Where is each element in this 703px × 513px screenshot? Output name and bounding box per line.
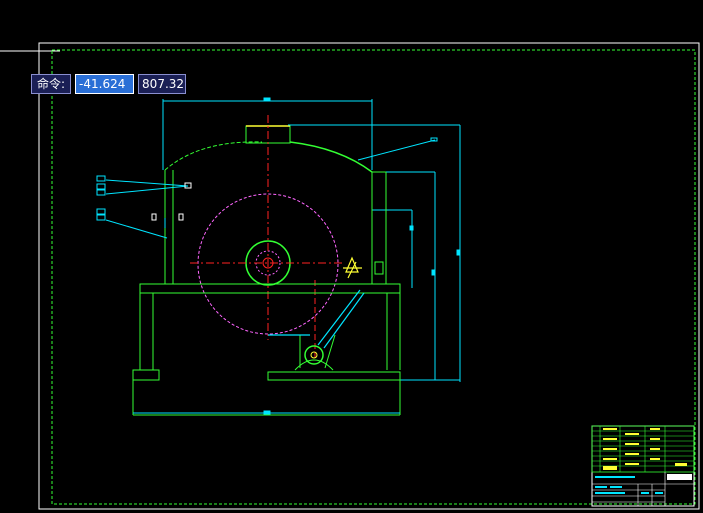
base-frame bbox=[132, 283, 401, 416]
dynamic-input-bar: 命令: -41.624 807.321 bbox=[31, 74, 187, 94]
x-coordinate-input[interactable]: -41.624 bbox=[75, 74, 135, 94]
hood-arc-right bbox=[289, 141, 373, 173]
right-dimensions bbox=[288, 124, 461, 382]
motor-box bbox=[374, 261, 384, 275]
base-dimension bbox=[133, 410, 400, 415]
label-tags-left bbox=[96, 175, 106, 221]
leader-line-right bbox=[357, 139, 436, 161]
command-label: 命令: bbox=[31, 74, 72, 94]
y-coordinate-input[interactable]: 807.321 bbox=[138, 74, 187, 94]
hood-arc bbox=[164, 141, 263, 171]
leader-lines-left bbox=[105, 179, 189, 239]
discharge-chute bbox=[268, 289, 365, 349]
title-block bbox=[591, 425, 695, 507]
motor-detail bbox=[343, 256, 362, 279]
